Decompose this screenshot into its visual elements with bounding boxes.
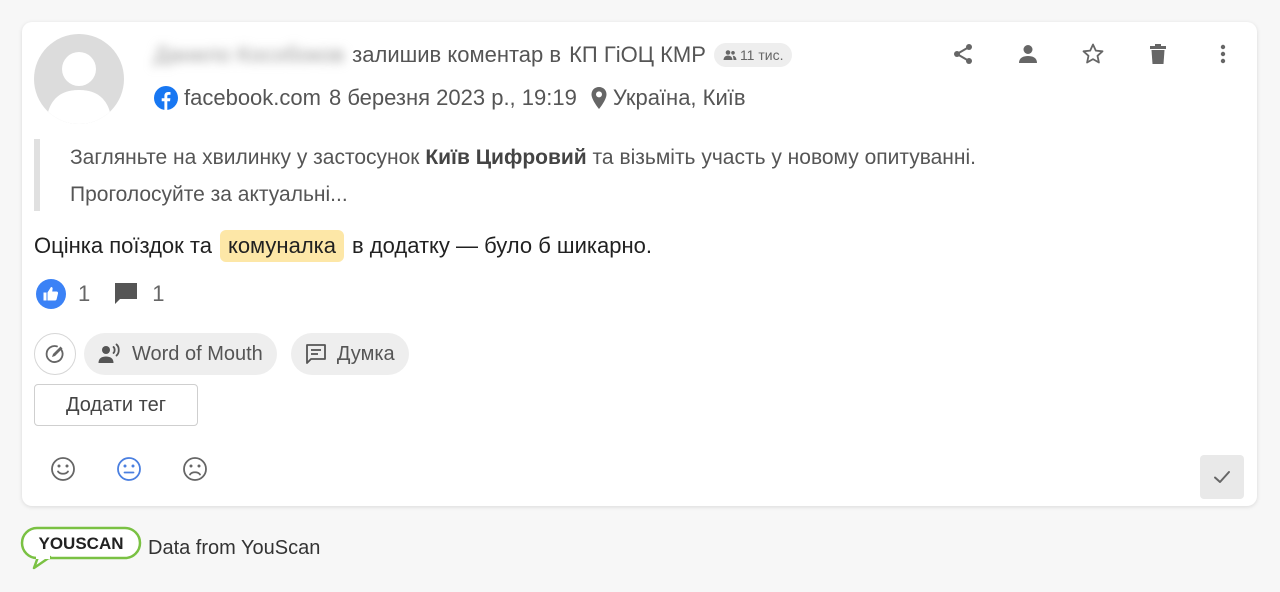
- post-date[interactable]: 8 березня 2023 р., 19:19: [329, 85, 577, 111]
- text-before: Оцінка поїздок та: [34, 233, 212, 258]
- sentiment-selector: [50, 456, 208, 482]
- neutral-sentiment-icon[interactable]: [116, 456, 142, 482]
- tags-row: Word of Mouth Думка: [34, 332, 409, 376]
- mention-header: Данило Кособоков залишив коментар в КП Г…: [154, 38, 793, 72]
- quote-line-2: Проголосуйте за актуальні...: [70, 183, 348, 206]
- tag-label: Думка: [336, 342, 395, 365]
- comment-count: 1: [152, 281, 165, 306]
- author-name[interactable]: Данило Кособоков: [154, 42, 344, 68]
- author-profile-button[interactable]: [1012, 38, 1044, 70]
- mention-actions: [947, 38, 1239, 70]
- mark-processed-button[interactable]: [1200, 455, 1244, 499]
- share-button[interactable]: [947, 38, 979, 70]
- positive-sentiment-icon[interactable]: [50, 456, 76, 482]
- speaker-person-icon: [98, 343, 120, 363]
- audience-count: 11 тис.: [739, 47, 784, 63]
- star-icon: [1082, 43, 1104, 64]
- avatar-placeholder-icon: [46, 52, 112, 124]
- comment-icon: [115, 283, 138, 304]
- person-icon: [1019, 45, 1037, 63]
- location: Україна, Київ: [612, 85, 746, 110]
- source-name[interactable]: КП ГіОЦ КМР: [569, 42, 706, 68]
- quote-bold-text: Київ Цифровий: [425, 146, 587, 169]
- svg-text:YOUSCAN: YOUSCAN: [38, 534, 123, 553]
- quoted-post: Загляньте на хвилинку у застосунок Київ …: [34, 139, 1224, 211]
- engagement-stats: 1 1: [36, 278, 165, 310]
- tag-label: Word of Mouth: [132, 342, 263, 365]
- attribution: YOUSCAN Data from YouScan: [20, 526, 320, 570]
- edit-circle-icon: [45, 345, 64, 363]
- mention-text: Оцінка поїздок та комуналка в додатку — …: [34, 228, 652, 264]
- audience-badge: 11 тис.: [713, 43, 793, 67]
- quote-text-after: та візьміть участь у новому опитуванні.: [586, 146, 976, 169]
- share-icon: [954, 44, 972, 64]
- trash-icon: [1150, 44, 1166, 64]
- mention-meta: facebook.com 8 березня 2023 р., 19:19 Ук…: [154, 82, 746, 114]
- mention-card: Данило Кособоков залишив коментар в КП Г…: [22, 22, 1257, 506]
- more-button[interactable]: [1207, 38, 1239, 70]
- facebook-icon: [154, 86, 178, 110]
- text-after: в додатку — було б шикарно.: [352, 233, 652, 258]
- check-icon: [1214, 471, 1230, 483]
- site-link[interactable]: facebook.com: [184, 85, 321, 111]
- add-tag-button[interactable]: Додати тег: [34, 384, 198, 426]
- delete-button[interactable]: [1142, 38, 1174, 70]
- keyword-highlight: комуналка: [219, 230, 344, 262]
- people-icon: [723, 50, 737, 60]
- tag-dumka[interactable]: Думка: [290, 333, 409, 375]
- edit-tags-button[interactable]: [34, 333, 76, 375]
- negative-sentiment-icon[interactable]: [182, 456, 208, 482]
- comment-text-icon: [305, 344, 326, 364]
- attribution-text: Data from YouScan: [148, 536, 321, 559]
- avatar[interactable]: [34, 34, 124, 124]
- quote-text-before: Загляньте на хвилинку у застосунок: [70, 146, 426, 169]
- more-vertical-icon: [1220, 44, 1226, 64]
- location-pin-icon: [591, 87, 607, 109]
- action-text: залишив коментар в: [352, 42, 562, 67]
- tag-word-of-mouth[interactable]: Word of Mouth: [84, 333, 277, 375]
- like-count: 1: [78, 281, 91, 306]
- like-icon: [36, 279, 66, 309]
- favorite-button[interactable]: [1077, 38, 1109, 70]
- thumbs-up-glyph: [43, 287, 59, 301]
- youscan-logo: YOUSCAN: [20, 526, 142, 570]
